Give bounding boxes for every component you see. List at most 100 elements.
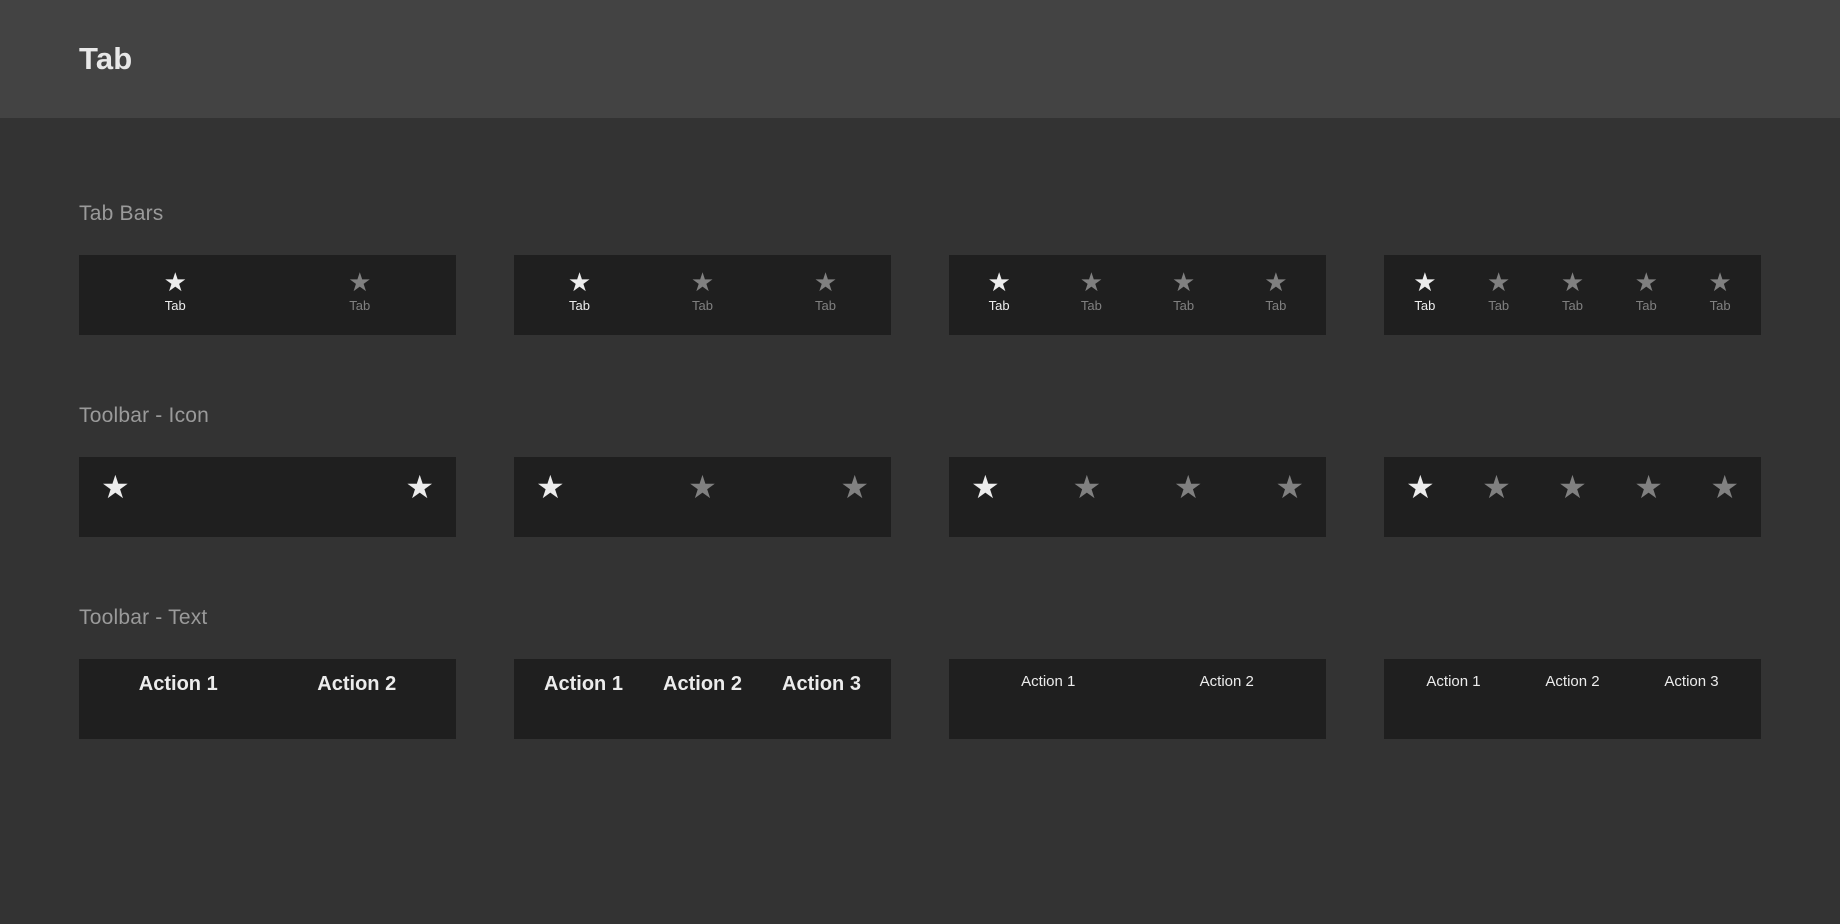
tab-item-label: Tab: [349, 298, 371, 313]
tab-item-label: Tab: [1414, 298, 1436, 313]
toolbar-action-button[interactable]: Action 1: [1426, 673, 1480, 690]
tab-item-label: Tab: [164, 298, 186, 313]
star-icon: ★: [1487, 267, 1511, 297]
tab-bar: ★ Tab ★ Tab ★ Tab ★ Tab: [949, 255, 1326, 335]
tab-item[interactable]: ★ Tab: [1487, 269, 1510, 313]
section-title-toolbar-text: Toolbar - Text: [79, 606, 208, 629]
toolbar-text: Action 1 Action 2: [79, 659, 456, 739]
component-slot: ★ ★ ★: [514, 457, 949, 537]
component-slot: ★ Tab ★ Tab ★ Tab ★ Tab ★ Tab: [1384, 255, 1819, 335]
star-icon[interactable]: ★: [1174, 471, 1203, 503]
tab-item[interactable]: ★ Tab: [164, 269, 187, 313]
toolbar-action-button[interactable]: Action 3: [1664, 673, 1718, 690]
app-root: Tab Tab Bars ★ Tab ★ Tab ★ Tab ★ Tab ★ Tab ★ Tab ★ Ta…: [0, 0, 1840, 924]
tab-item[interactable]: ★ Tab: [1561, 269, 1584, 313]
toolbar-action-button[interactable]: Action 1: [139, 673, 218, 696]
star-icon[interactable]: ★: [405, 471, 434, 503]
star-icon[interactable]: ★: [971, 471, 1000, 503]
star-icon: ★: [163, 267, 187, 297]
component-slot: ★ ★ ★ ★: [949, 457, 1384, 537]
star-icon[interactable]: ★: [536, 471, 565, 503]
tab-item[interactable]: ★ Tab: [1635, 269, 1658, 313]
star-icon: ★: [813, 267, 838, 297]
tab-item-label: Tab: [1709, 298, 1731, 313]
star-icon[interactable]: ★: [1406, 471, 1435, 503]
tab-item[interactable]: ★ Tab: [814, 269, 837, 313]
page-title: Tab: [79, 41, 133, 76]
tab-item-label: Tab: [815, 298, 836, 313]
tab-item[interactable]: ★ Tab: [1413, 269, 1436, 313]
section-tab-bars: Tab Bars ★ Tab ★ Tab ★ Tab ★ Tab ★ Tab ★ Tab ★ Tab ★ Ta…: [79, 118, 1761, 335]
star-icon: ★: [1079, 267, 1104, 297]
star-icon: ★: [567, 267, 592, 297]
tab-item[interactable]: ★ Tab: [1080, 269, 1103, 313]
tab-item-label: Tab: [1080, 298, 1102, 313]
section-title-tab-bars: Tab Bars: [79, 202, 164, 225]
tab-item[interactable]: ★ Tab: [1264, 269, 1287, 313]
star-icon[interactable]: ★: [1710, 471, 1739, 503]
tab-item[interactable]: ★ Tab: [348, 269, 371, 313]
star-icon: ★: [1560, 267, 1585, 297]
star-icon: ★: [690, 267, 715, 297]
component-slot: Action 1 Action 2 Action 3: [1384, 659, 1819, 739]
tab-item[interactable]: ★ Tab: [1172, 269, 1195, 313]
component-slot: ★ Tab ★ Tab ★ Tab ★ Tab: [949, 255, 1384, 335]
section-title-toolbar-icon: Toolbar - Icon: [79, 404, 210, 427]
component-slot: ★ Tab ★ Tab ★ Tab: [514, 255, 949, 335]
star-icon[interactable]: ★: [1558, 471, 1587, 503]
toolbar-action-button[interactable]: Action 1: [1021, 673, 1075, 690]
toolbar-icon: ★ ★ ★ ★: [949, 457, 1326, 537]
star-icon: ★: [1413, 267, 1437, 297]
star-icon[interactable]: ★: [688, 471, 717, 503]
star-icon[interactable]: ★: [1482, 471, 1511, 503]
tab-item-label: Tab: [988, 298, 1010, 313]
tab-item[interactable]: ★ Tab: [691, 269, 714, 313]
toolbar-text: Action 1 Action 2 Action 3: [514, 659, 891, 739]
toolbar-action-button[interactable]: Action 2: [663, 673, 742, 696]
star-icon: ★: [987, 267, 1011, 297]
tab-item-label: Tab: [1562, 298, 1583, 313]
toolbar-action-button[interactable]: Action 1: [544, 673, 623, 696]
tab-item-label: Tab: [569, 298, 590, 313]
toolbar-text-row: Action 1 Action 2 Action 1 Action 2 Action 3…: [79, 659, 1761, 739]
toolbar-text: Action 1 Action 2 Action 3: [1384, 659, 1761, 739]
component-slot: ★ ★: [79, 457, 514, 537]
tab-bar: ★ Tab ★ Tab ★ Tab: [514, 255, 891, 335]
tab-item-label: Tab: [1265, 298, 1287, 313]
tab-item[interactable]: ★ Tab: [987, 269, 1010, 313]
tab-item-label: Tab: [692, 298, 713, 313]
tab-item-label: Tab: [1488, 298, 1510, 313]
star-icon: ★: [1708, 267, 1732, 297]
section-toolbar-icon: Toolbar - Icon ★ ★ ★ ★ ★ ★ ★ ★ ★ ★ ★ ★ ★ ★: [79, 335, 1761, 537]
component-slot: ★ Tab ★ Tab: [79, 255, 514, 335]
star-icon: ★: [1171, 267, 1196, 297]
component-slot: Action 1 Action 2 Action 3: [514, 659, 949, 739]
page-body: Tab Bars ★ Tab ★ Tab ★ Tab ★ Tab ★ Tab ★ Tab ★ Tab ★ Ta…: [0, 118, 1840, 739]
tab-item[interactable]: ★ Tab: [568, 269, 591, 313]
tab-bars-row: ★ Tab ★ Tab ★ Tab ★ Tab ★ Tab ★ Tab ★ Tab ★ Tab ★ Tab ★ Tab…: [79, 255, 1761, 335]
tab-item-label: Tab: [1635, 298, 1657, 313]
tab-bar: ★ Tab ★ Tab: [79, 255, 456, 335]
toolbar-action-button[interactable]: Action 2: [1200, 673, 1254, 690]
toolbar-action-button[interactable]: Action 2: [1545, 673, 1599, 690]
toolbar-icon: ★ ★ ★: [514, 457, 891, 537]
tab-item[interactable]: ★ Tab: [1708, 269, 1731, 313]
tab-item-label: Tab: [1173, 298, 1195, 313]
star-icon: ★: [1634, 267, 1658, 297]
star-icon[interactable]: ★: [1275, 471, 1304, 503]
star-icon[interactable]: ★: [840, 471, 869, 503]
toolbar-action-button[interactable]: Action 3: [782, 673, 861, 696]
star-icon[interactable]: ★: [101, 471, 130, 503]
page-header: Tab: [0, 0, 1840, 118]
component-slot: Action 1 Action 2: [949, 659, 1384, 739]
toolbar-icon: ★ ★ ★ ★ ★: [1384, 457, 1761, 537]
section-toolbar-text: Toolbar - Text Action 1 Action 2 Action 1A…: [79, 537, 1761, 739]
toolbar-action-button[interactable]: Action 2: [317, 673, 396, 696]
toolbar-icon-row: ★ ★ ★ ★ ★ ★ ★ ★ ★ ★ ★ ★ ★ ★: [79, 457, 1761, 537]
component-slot: Action 1 Action 2: [79, 659, 514, 739]
toolbar-text: Action 1 Action 2: [949, 659, 1326, 739]
toolbar-icon: ★ ★: [79, 457, 456, 537]
star-icon[interactable]: ★: [1072, 471, 1101, 503]
tab-bar: ★ Tab ★ Tab ★ Tab ★ Tab ★ Tab: [1384, 255, 1761, 335]
star-icon[interactable]: ★: [1634, 471, 1663, 503]
